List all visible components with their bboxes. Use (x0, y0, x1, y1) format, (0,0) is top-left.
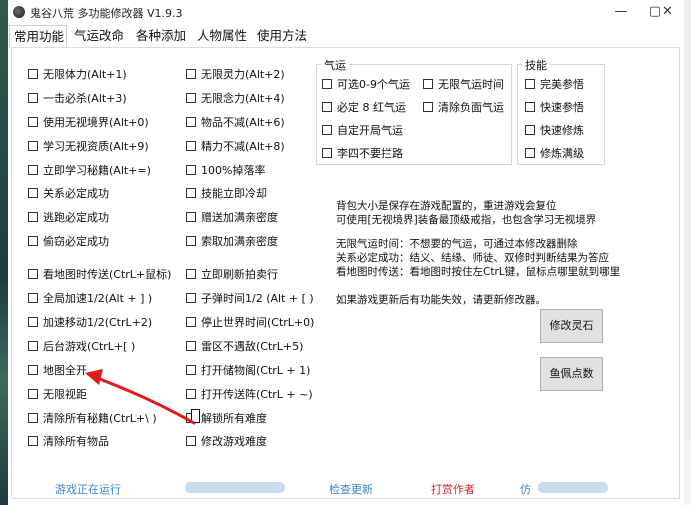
annotation-arrow-head (85, 369, 103, 385)
annotation-arrow (85, 369, 196, 425)
annotation-arrow-shaft (95, 376, 196, 425)
